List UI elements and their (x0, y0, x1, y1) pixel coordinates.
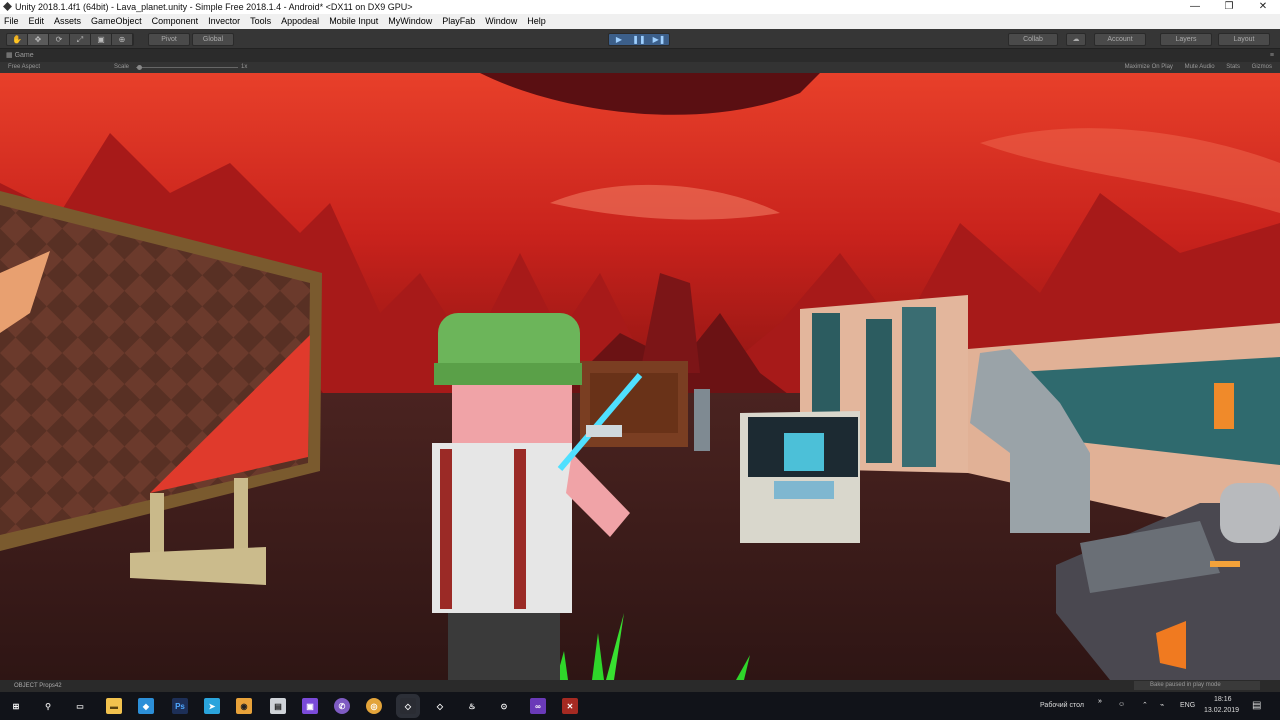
telegram-icon[interactable]: ➤ (204, 698, 220, 714)
rotate-tool-icon[interactable]: ⟳ (49, 34, 70, 45)
game-scene (0, 73, 1280, 680)
transform-tools: ✋ ✥ ⟳ ⤢ ▣ ⊕ (6, 33, 134, 46)
player-body (432, 443, 572, 613)
aspect-dropdown[interactable]: Free Aspect (8, 62, 40, 73)
search-icon[interactable]: ⚲ (40, 698, 56, 714)
player-suspender-right (514, 449, 526, 609)
pause-button[interactable]: ❚❚ (629, 34, 649, 45)
transform-tool-icon[interactable]: ⊕ (112, 34, 133, 45)
scale-label: Scale (114, 64, 130, 70)
bake-status: Bake paused in play mode (1134, 681, 1260, 690)
menu-playfab[interactable]: PlayFab (442, 14, 475, 29)
pivot-toggle[interactable]: Pivot (148, 33, 190, 46)
menu-bar: File Edit Assets GameObject Component In… (0, 14, 1280, 29)
menu-tools[interactable]: Tools (250, 14, 271, 29)
viber-icon[interactable]: ✆ (334, 698, 350, 714)
player-suspender-left (440, 449, 452, 609)
visual-studio-icon[interactable]: ∞ (530, 698, 546, 714)
blender-icon[interactable]: ◉ (236, 698, 252, 714)
unity-taskbar-icon[interactable]: ◇ (400, 698, 416, 714)
account-dropdown[interactable]: Account (1094, 33, 1146, 46)
clock-time[interactable]: 18:16 (1214, 696, 1232, 703)
unity-hub-icon[interactable]: ◇ (432, 698, 448, 714)
tab-game[interactable]: Game (15, 52, 34, 59)
twitch-icon[interactable]: ▣ (302, 698, 318, 714)
scale-slider-handle[interactable] (137, 65, 142, 70)
game-tab-bar: ▦ Game ≡ (0, 49, 1280, 62)
global-toggle[interactable]: Global (192, 33, 234, 46)
step-button[interactable]: ▶❚ (649, 34, 669, 45)
menu-invector[interactable]: Invector (208, 14, 240, 29)
menu-file[interactable]: File (4, 14, 19, 29)
dota-icon[interactable]: ✕ (562, 698, 578, 714)
people-icon[interactable]: ☺ (1118, 701, 1125, 708)
layout-dropdown[interactable]: Layout (1218, 33, 1270, 46)
windows-taskbar: ⊞ ⚲ ▭ ▬ ◆ Ps ➤ ◉ ▤ ▣ ✆ ◎ ◇ ◇ ♨ ⊙ ∞ ✕ Раб… (0, 692, 1280, 720)
maximize-on-play-toggle[interactable]: Maximize On Play (1123, 64, 1175, 70)
warning-stripe (1214, 383, 1234, 429)
menu-component[interactable]: Component (152, 14, 199, 29)
status-bar: OBJECT Props42 Bake paused in play mode (0, 680, 1280, 692)
collab-dropdown[interactable]: Collab (1008, 33, 1058, 46)
scifi-terminal (740, 411, 860, 543)
menu-mywindow[interactable]: MyWindow (388, 14, 432, 29)
menu-window[interactable]: Window (485, 14, 517, 29)
task-view-icon[interactable]: ▭ (72, 698, 88, 714)
game-view-toggles: Maximize On Play Mute Audio Stats Gizmos (1117, 62, 1274, 73)
tab-menu-icon[interactable]: ≡ (1270, 49, 1274, 62)
window-title: Unity 2018.1.4f1 (64bit) - Lava_planet.u… (15, 2, 413, 12)
tray-chevron-icon[interactable]: ⌃ (1142, 701, 1148, 709)
start-windows-icon[interactable]: ⊞ (8, 698, 24, 714)
language-indicator[interactable]: ENG (1180, 702, 1195, 709)
printer-icon[interactable]: ▤ (270, 698, 286, 714)
move-tool-icon[interactable]: ✥ (28, 34, 49, 45)
menu-mobile-input[interactable]: Mobile Input (329, 14, 378, 29)
cloud-icon[interactable]: ☁ (1066, 33, 1086, 46)
hand-tool-icon[interactable]: ✋ (7, 34, 28, 45)
unity-logo-icon (3, 2, 12, 11)
scifi-door-right (902, 307, 936, 467)
file-explorer-icon[interactable]: ▬ (106, 698, 122, 714)
player-hat-brim (434, 363, 582, 385)
game-viewport[interactable] (0, 73, 1280, 680)
playback-controls: ▶ ❚❚ ▶❚ (608, 33, 670, 46)
chrome-icon[interactable]: ◎ (366, 698, 382, 714)
stats-toggle[interactable]: Stats (1224, 64, 1242, 70)
scifi-door-mid (866, 319, 892, 463)
menu-assets[interactable]: Assets (54, 14, 81, 29)
play-button[interactable]: ▶ (609, 34, 629, 45)
minimize-button[interactable]: — (1178, 0, 1212, 14)
steam-icon[interactable]: ♨ (464, 698, 480, 714)
network-icon[interactable]: ⌁ (1160, 701, 1164, 709)
status-selection: OBJECT Props42 (14, 683, 62, 689)
rect-tool-icon[interactable]: ▣ (91, 34, 112, 45)
photoshop-icon[interactable]: Ps (172, 698, 188, 714)
distant-npc (694, 389, 710, 451)
gizmos-dropdown[interactable]: Gizmos (1250, 64, 1274, 70)
toolbar-expand-icon[interactable]: » (1098, 698, 1102, 705)
lightsaber-hilt (586, 425, 622, 437)
vscode-icon[interactable]: ◆ (138, 698, 154, 714)
scale-slider[interactable] (136, 67, 238, 68)
menu-gameobject[interactable]: GameObject (91, 14, 142, 29)
close-button[interactable]: ✕ (1246, 0, 1280, 14)
menu-help[interactable]: Help (527, 14, 546, 29)
layers-dropdown[interactable]: Layers (1160, 33, 1212, 46)
title-bar: Unity 2018.1.4f1 (64bit) - Lava_planet.u… (0, 0, 1280, 14)
scale-tool-icon[interactable]: ⤢ (70, 34, 91, 45)
notifications-icon[interactable]: ▤ (1252, 700, 1261, 711)
player-legs (448, 613, 560, 680)
game-view-controls: Free Aspect Scale 1x Maximize On Play Mu… (0, 62, 1280, 73)
scale-value: 1x (241, 64, 248, 70)
game-tab-icon: ▦ (6, 52, 15, 59)
weapon-drum (1220, 483, 1280, 543)
editor-toolbar: ✋ ✥ ⟳ ⤢ ▣ ⊕ Pivot Global ▶ ❚❚ ▶❚ Collab … (0, 29, 1280, 49)
maximize-button[interactable]: ❐ (1212, 0, 1246, 14)
menu-edit[interactable]: Edit (29, 14, 45, 29)
menu-appodeal[interactable]: Appodeal (281, 14, 319, 29)
desktop-toolbar-label[interactable]: Рабочий стол (1040, 702, 1084, 709)
clock-date[interactable]: 13.02.2019 (1204, 707, 1239, 714)
recorder-icon[interactable]: ⊙ (496, 698, 512, 714)
mute-audio-toggle[interactable]: Mute Audio (1183, 64, 1217, 70)
